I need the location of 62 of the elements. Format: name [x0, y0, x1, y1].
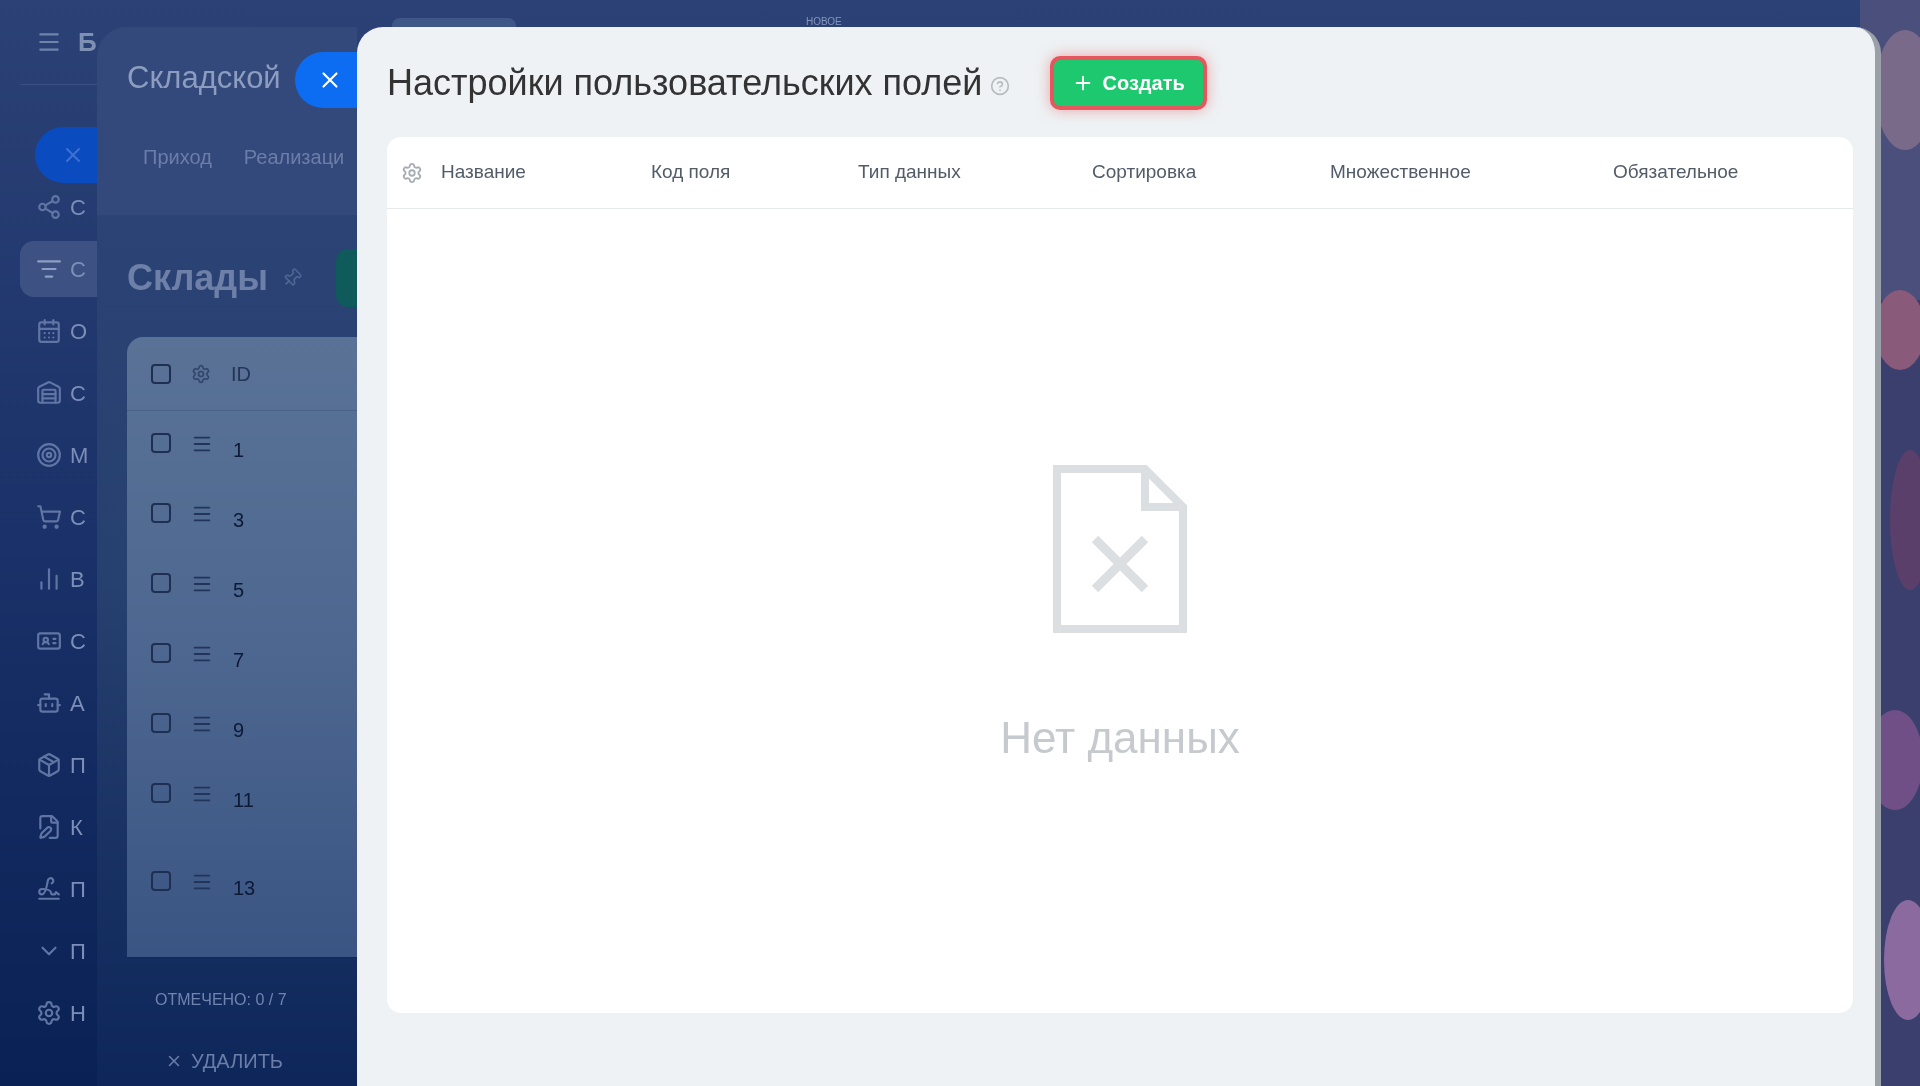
app-title: Б — [78, 25, 97, 59]
table-cell-text: 11 — [233, 788, 254, 813]
column-header[interactable]: Сортировка — [1092, 158, 1330, 187]
table-cell-text: 5 — [233, 578, 245, 603]
panel-title: Складской — [127, 59, 281, 97]
settings-icon[interactable] — [401, 161, 423, 184]
settings-icon[interactable] — [191, 363, 211, 384]
calendar-icon — [36, 318, 62, 344]
table-cell-text: 7 — [233, 648, 245, 673]
column-header[interactable]: Код поля — [651, 158, 858, 187]
column-header[interactable]: Название — [441, 158, 651, 187]
help-icon[interactable] — [990, 76, 1011, 96]
checkbox[interactable] — [151, 713, 171, 733]
table-cell-text: 3 — [233, 508, 245, 533]
checkbox[interactable] — [151, 643, 171, 663]
checkbox[interactable] — [151, 573, 171, 593]
sidebar-item[interactable]: В — [20, 551, 97, 607]
box-icon — [36, 752, 62, 778]
sidebar-item[interactable]: С — [20, 613, 97, 669]
checkbox[interactable] — [151, 871, 171, 891]
modal-title: Настройки пользовательских полей — [387, 61, 983, 105]
sidebar-item[interactable]: Н — [20, 985, 97, 1041]
target-icon — [36, 442, 62, 468]
checkbox[interactable] — [151, 363, 171, 384]
settings-icon — [36, 1000, 62, 1026]
empty-state-text: Нет данных — [1000, 712, 1240, 764]
delete-button[interactable]: УДАЛИТЬ — [165, 1046, 283, 1076]
add-button[interactable] — [336, 249, 357, 307]
warehouse-icon — [36, 380, 62, 406]
sidebar-item[interactable]: К — [20, 799, 97, 855]
checkbox[interactable] — [151, 433, 171, 453]
column-header[interactable]: Обязательное — [1613, 158, 1833, 187]
sidebar-item[interactable]: С — [20, 489, 97, 545]
tab-pill[interactable] — [392, 18, 516, 27]
page-heading: Склады — [127, 256, 268, 300]
table-cell-text: 9 — [233, 718, 245, 743]
nodes-icon — [36, 194, 62, 220]
sidebar-item[interactable]: П — [20, 923, 97, 979]
robot-icon — [36, 690, 62, 716]
sidebar-item[interactable]: П — [20, 737, 97, 793]
new-label: НОВОЕ — [806, 15, 842, 29]
close-button[interactable] — [295, 52, 357, 108]
sidebar-item[interactable]: О — [20, 303, 97, 359]
selected-count: ОТМЕЧЕНО: 0 / 7 — [155, 990, 288, 1010]
empty-document-icon — [1053, 465, 1187, 633]
document-edit-icon — [36, 814, 62, 840]
sidebar-item[interactable]: С — [20, 179, 97, 235]
create-button[interactable]: Создать — [1050, 56, 1207, 110]
pen-icon — [36, 876, 62, 902]
checkbox[interactable] — [151, 783, 171, 803]
table-cell-text: 13 — [233, 876, 256, 901]
sidebar-item[interactable]: М — [20, 427, 97, 483]
table-cell-text: 1 — [233, 438, 245, 463]
sidebar-item[interactable]: С — [20, 241, 97, 297]
checkbox[interactable] — [151, 503, 171, 523]
column-header: ID — [231, 361, 251, 387]
cart-icon — [36, 504, 62, 530]
sidebar-item[interactable]: С — [20, 365, 97, 421]
column-header[interactable]: Множественное — [1330, 158, 1613, 187]
column-header[interactable]: Тип данных — [858, 158, 1092, 187]
sidebar-item[interactable]: П — [20, 861, 97, 917]
sidebar-item[interactable]: А — [20, 675, 97, 731]
